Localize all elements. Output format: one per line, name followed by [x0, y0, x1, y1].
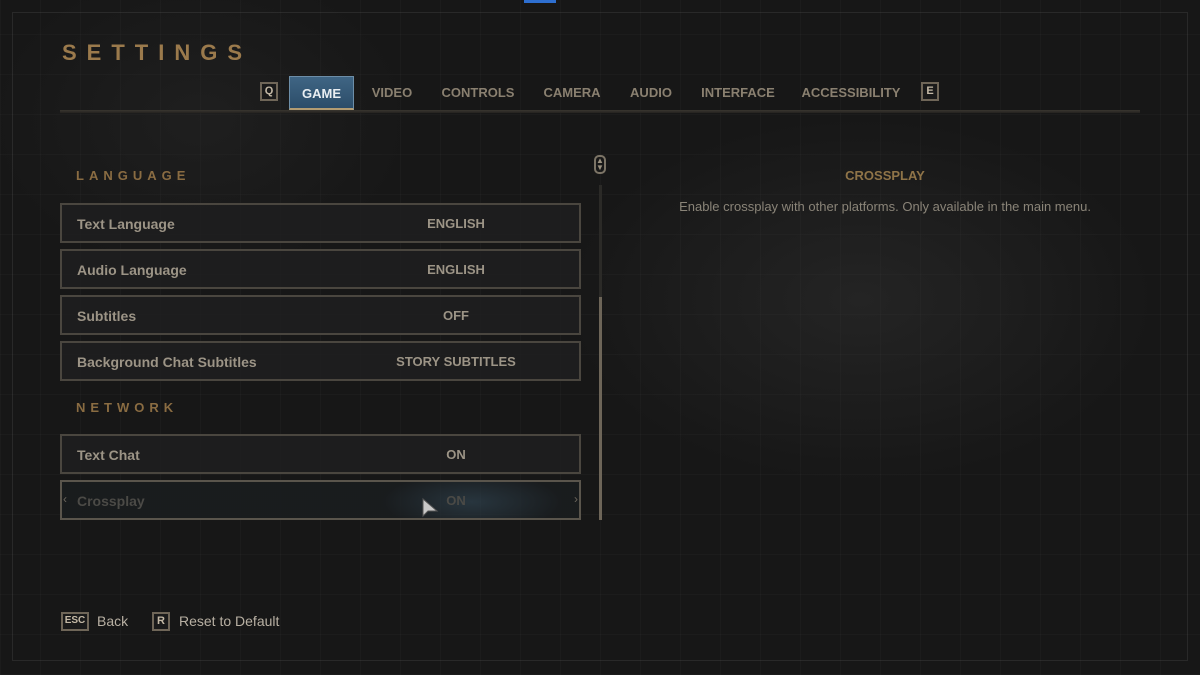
- setting-row-audio-language[interactable]: Audio Language ENGLISH: [60, 249, 581, 289]
- prev-tab-key[interactable]: Q: [260, 82, 278, 101]
- setting-label: Crossplay: [77, 493, 145, 509]
- tab-accessibility[interactable]: ACCESSIBILITY: [798, 76, 904, 110]
- reset-key[interactable]: R: [152, 612, 170, 631]
- setting-value: ON: [446, 493, 466, 508]
- tab-camera[interactable]: CAMERA: [538, 76, 606, 110]
- setting-label: Subtitles: [77, 308, 137, 324]
- setting-label: Text Chat: [77, 447, 140, 463]
- arrow-left-icon[interactable]: ‹: [63, 492, 67, 506]
- tab-video[interactable]: VIDEO: [366, 76, 418, 110]
- section-title-language: LANGUAGE: [76, 168, 191, 183]
- scroll-updown-icon: ▲ ▼: [594, 155, 606, 174]
- tab-underline: [60, 110, 1140, 113]
- setting-row-background-chat-subtitles[interactable]: Background Chat Subtitles STORY SUBTITLE…: [60, 341, 581, 381]
- setting-row-text-chat[interactable]: Text Chat ON: [60, 434, 581, 474]
- setting-value: ENGLISH: [427, 262, 485, 277]
- next-tab-key[interactable]: E: [921, 82, 939, 101]
- setting-value: OFF: [443, 308, 469, 323]
- setting-value: ENGLISH: [427, 216, 485, 231]
- description-title: CROSSPLAY: [845, 168, 925, 183]
- scrollbar-thumb[interactable]: [599, 297, 602, 520]
- back-button[interactable]: Back: [97, 613, 128, 629]
- tab-interface[interactable]: INTERFACE: [696, 76, 780, 110]
- setting-row-text-language[interactable]: Text Language ENGLISH: [60, 203, 581, 243]
- tab-game[interactable]: GAME: [289, 76, 354, 110]
- mouse-cursor-icon: [422, 497, 439, 518]
- description-text: Enable crossplay with other platforms. O…: [679, 199, 1091, 214]
- setting-label: Audio Language: [77, 262, 187, 278]
- section-title-network: NETWORK: [76, 400, 179, 415]
- setting-row-subtitles[interactable]: Subtitles OFF: [60, 295, 581, 335]
- tab-controls[interactable]: CONTROLS: [436, 76, 520, 110]
- reset-to-default-button[interactable]: Reset to Default: [179, 613, 279, 629]
- setting-value: ON: [446, 447, 466, 462]
- tab-audio[interactable]: AUDIO: [624, 76, 678, 110]
- top-indicator: [524, 0, 556, 3]
- page-title: SETTINGS: [62, 40, 253, 65]
- back-key[interactable]: ESC: [61, 612, 89, 631]
- setting-label: Text Language: [77, 216, 175, 232]
- tab-bar: Q GAME VIDEO CONTROLS CAMERA AUDIO INTER…: [0, 76, 1200, 112]
- setting-row-crossplay[interactable]: ‹ Crossplay ON ›: [60, 480, 581, 520]
- setting-value: STORY SUBTITLES: [396, 354, 516, 369]
- setting-label: Background Chat Subtitles: [77, 354, 257, 370]
- arrow-right-icon[interactable]: ›: [574, 492, 578, 506]
